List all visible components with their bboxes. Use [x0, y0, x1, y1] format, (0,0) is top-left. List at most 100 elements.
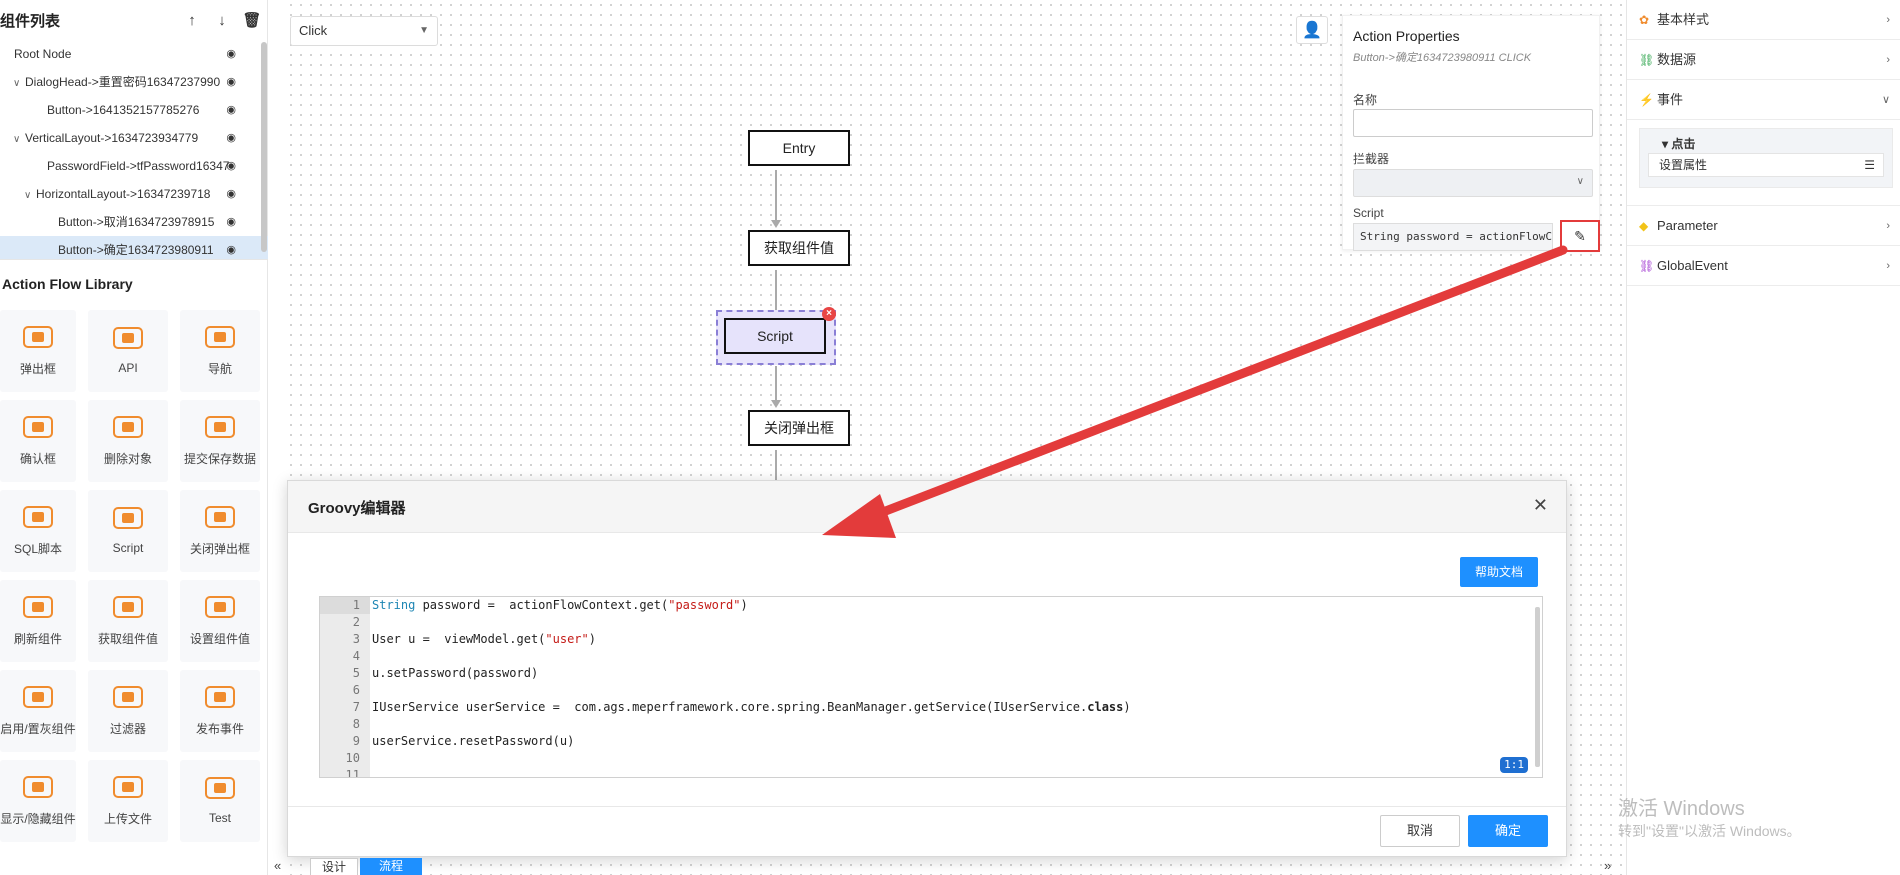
library-item[interactable]: 上传文件 [88, 760, 168, 842]
set-property-row[interactable]: 设置属性 ☰ [1648, 153, 1884, 177]
event-select-value: Click [299, 23, 328, 38]
section-global-event[interactable]: ⛓ GlobalEvent › [1627, 246, 1900, 286]
move-up-button[interactable]: ↑ [177, 12, 207, 29]
delete-button[interactable]: 🗑 [237, 11, 267, 29]
library-item[interactable]: 弹出框 [0, 310, 76, 392]
tree-node[interactable]: Root Node ◉ [0, 40, 268, 68]
close-icon[interactable]: ✕ [1533, 495, 1548, 516]
library-item[interactable]: 获取组件值 [88, 580, 168, 662]
section-datasource[interactable]: ⛓ 数据源 › [1627, 40, 1900, 80]
eye-icon[interactable]: ◉ [226, 236, 236, 259]
library-item[interactable]: Script [88, 490, 168, 572]
library-item-label: 启用/置灰组件 [0, 721, 76, 736]
library-item-label: 确认框 [19, 451, 56, 466]
library-item[interactable]: 导航 [180, 310, 260, 392]
flow-connector [775, 270, 777, 314]
library-item-label: 发布事件 [195, 721, 244, 736]
library-item-label: Script [112, 541, 144, 555]
tree-node[interactable]: ∨ VerticalLayout->1634723934779 ◉ [0, 124, 268, 152]
action-icon [23, 325, 53, 348]
action-icon [205, 415, 235, 438]
tree-node[interactable]: Button->确定1634723980911 ◉ [0, 236, 268, 259]
tree-node-label: VerticalLayout->1634723934779 [25, 131, 199, 145]
tree-node[interactable]: Button->取消1634723978915 ◉ [0, 208, 268, 236]
eye-icon[interactable]: ◉ [226, 152, 236, 180]
flow-node-get-value[interactable]: 获取组件值 [748, 230, 850, 266]
action-icon [113, 595, 143, 618]
library-item[interactable]: 显示/隐藏组件 [0, 760, 76, 842]
library-item[interactable]: 提交保存数据 [180, 400, 260, 482]
line-number: 1 [320, 597, 370, 614]
tree-node[interactable]: PasswordField->tfPassword16347 ◉ [0, 152, 268, 180]
name-input[interactable] [1353, 109, 1593, 137]
collapse-right-icon[interactable]: » [1604, 858, 1611, 873]
code-editor[interactable]: 1 2 3 4 5 6 7 8 9 10 11 String password = actionFl… [319, 596, 1543, 778]
click-event-title[interactable]: ▾ 点击 [1662, 135, 1695, 152]
library-item[interactable]: SQL脚本 [0, 490, 76, 572]
eye-icon[interactable]: ◉ [226, 40, 236, 68]
tree-node-label: PasswordField->tfPassword16347 [47, 159, 230, 173]
remove-node-icon[interactable]: × [822, 307, 836, 321]
eye-icon[interactable]: ◉ [226, 180, 236, 208]
library-item[interactable]: 启用/置灰组件 [0, 670, 76, 752]
library-item[interactable]: 刷新组件 [0, 580, 76, 662]
editor-scrollbar[interactable] [1535, 607, 1540, 767]
flow-node-entry[interactable]: Entry [748, 130, 850, 166]
line-number: 3 [352, 632, 360, 646]
tree-node[interactable]: Button->1641352157785276 ◉ [0, 96, 268, 124]
confirm-button[interactable]: 确定 [1468, 815, 1548, 847]
flow-connector [775, 366, 777, 402]
tree-scrollbar[interactable] [261, 42, 267, 252]
flow-node-script[interactable]: Script [724, 318, 826, 354]
action-icon [23, 595, 53, 618]
chevron-down-icon[interactable]: ∨ [13, 70, 25, 96]
line-number: 2 [352, 615, 360, 629]
flow-node-close-dialog[interactable]: 关闭弹出框 [748, 410, 850, 446]
move-down-button[interactable]: ↓ [207, 12, 237, 29]
script-input[interactable]: String password = actionFlowContext.get(… [1353, 223, 1553, 251]
tag-icon: ◆ [1639, 219, 1649, 233]
code-area[interactable]: String password = actionFlowContext.get(… [370, 597, 1532, 777]
code-line: userService.resetPassword(u) [372, 734, 575, 748]
user-icon[interactable]: 👤 [1296, 16, 1328, 44]
library-item[interactable]: 关闭弹出框 [180, 490, 260, 572]
edit-script-icon[interactable]: ✎ [1560, 220, 1600, 252]
lightning-icon: ⚡ [1639, 93, 1654, 107]
line-number: 10 [345, 751, 360, 765]
eye-icon[interactable]: ◉ [226, 68, 236, 96]
tab-design[interactable]: 设计 [310, 858, 358, 875]
chevron-down-icon: ∨ [1881, 94, 1890, 106]
library-item[interactable]: 确认框 [0, 400, 76, 482]
section-events[interactable]: ⚡ 事件 ∨ [1627, 80, 1900, 120]
chevron-down-icon[interactable]: ∨ [13, 126, 25, 152]
library-item[interactable]: Test [180, 760, 260, 842]
line-number: 11 [345, 768, 360, 778]
tree-node-label: Button->确定1634723980911 [58, 243, 214, 257]
tree-node[interactable]: ∨ DialogHead->重置密码16347237990 ◉ [0, 68, 268, 96]
library-item-label: 提交保存数据 [183, 451, 256, 466]
action-icon [23, 685, 53, 708]
chevron-down-icon[interactable]: ∨ [24, 182, 36, 208]
library-item[interactable]: 发布事件 [180, 670, 260, 752]
library-item[interactable]: 设置组件值 [180, 580, 260, 662]
flow-arrow-icon [771, 400, 781, 408]
tab-flow[interactable]: 流程 [360, 858, 422, 875]
event-select[interactable]: Click ▼ [290, 16, 438, 46]
section-parameter[interactable]: ◆ Parameter › [1627, 206, 1900, 246]
library-item[interactable]: 过滤器 [88, 670, 168, 752]
library-item[interactable]: 删除对象 [88, 400, 168, 482]
help-docs-button[interactable]: 帮助文档 [1460, 557, 1538, 587]
cancel-button[interactable]: 取消 [1380, 815, 1460, 847]
tree-node[interactable]: ∨ HorizontalLayout->16347239718 ◉ [0, 180, 268, 208]
eye-icon[interactable]: ◉ [226, 96, 236, 124]
eye-icon[interactable]: ◉ [226, 208, 236, 236]
library-item[interactable]: API [88, 310, 168, 392]
eye-icon[interactable]: ◉ [226, 124, 236, 152]
collapse-left-icon[interactable]: « [274, 858, 281, 873]
action-icon [23, 505, 53, 528]
action-icon [113, 415, 143, 438]
interceptor-select[interactable]: ∨ [1353, 169, 1593, 197]
code-line: User u = viewModel.get("user") [372, 632, 596, 646]
section-basic-style[interactable]: ✿ 基本样式 › [1627, 0, 1900, 40]
settings-sliders-icon[interactable]: ☰ [1864, 154, 1875, 176]
